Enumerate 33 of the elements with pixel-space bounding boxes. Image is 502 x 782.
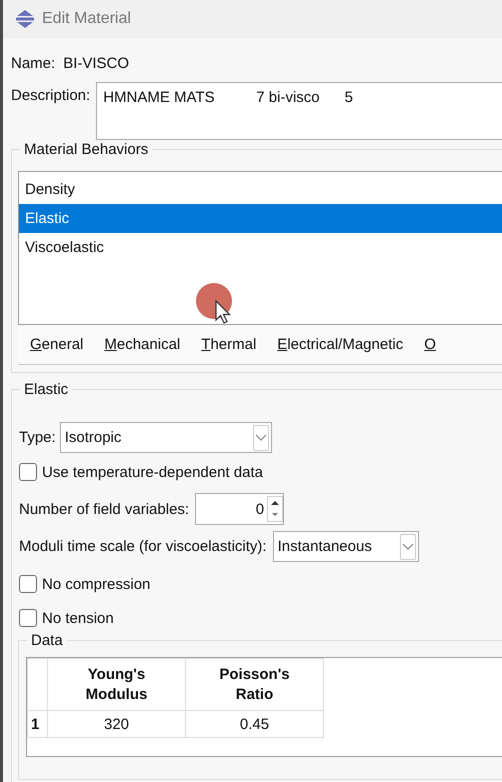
field-variables-label: Number of field variables: <box>19 500 190 518</box>
checkbox[interactable] <box>19 463 37 481</box>
table-cell[interactable]: 320 <box>104 716 130 732</box>
description-label: Description: <box>11 86 90 104</box>
checkbox[interactable] <box>19 575 37 593</box>
checkbox-label: Use temperature-dependent data <box>42 464 263 480</box>
type-dropdown[interactable]: Isotropic <box>60 422 272 453</box>
name-label: Name: <box>11 54 56 72</box>
list-item[interactable]: Elastic <box>19 204 502 233</box>
checkbox-label: No tension <box>42 610 114 626</box>
checkbox-label: No compression <box>42 576 150 592</box>
menu-item[interactable]: Thermal <box>195 332 262 357</box>
menu-item[interactable]: Mechanical <box>98 332 186 357</box>
moduli-dropdown[interactable]: Instantaneous <box>272 531 419 562</box>
menu-item[interactable]: O <box>418 332 442 357</box>
column-header: Young's Modulus <box>84 665 148 704</box>
type-label: Type: <box>19 429 56 446</box>
checkbox[interactable] <box>19 609 37 627</box>
name-value: BI-VISCO <box>63 54 130 72</box>
description-field[interactable]: HMNAME MATS 7 bi-visco 5 <box>96 82 502 140</box>
menu-item[interactable]: General <box>24 332 90 357</box>
list-item[interactable]: Viscoelastic <box>19 233 502 262</box>
list-item[interactable]: Density <box>19 175 502 204</box>
window-title: Edit Material <box>42 10 131 28</box>
table-cell[interactable]: 0.45 <box>240 716 270 732</box>
app-icon <box>14 9 36 29</box>
column-header: Poisson's Ratio <box>218 665 291 704</box>
field-variables-spinner[interactable]: 0 <box>195 493 284 525</box>
menu-item[interactable]: Electrical/Magnetic <box>271 332 410 357</box>
row-number: 1 <box>31 716 40 732</box>
caret-icon <box>402 542 414 550</box>
caret-icon <box>254 434 267 442</box>
moduli-label: Moduli time scale (for viscoelasticity): <box>19 538 267 555</box>
